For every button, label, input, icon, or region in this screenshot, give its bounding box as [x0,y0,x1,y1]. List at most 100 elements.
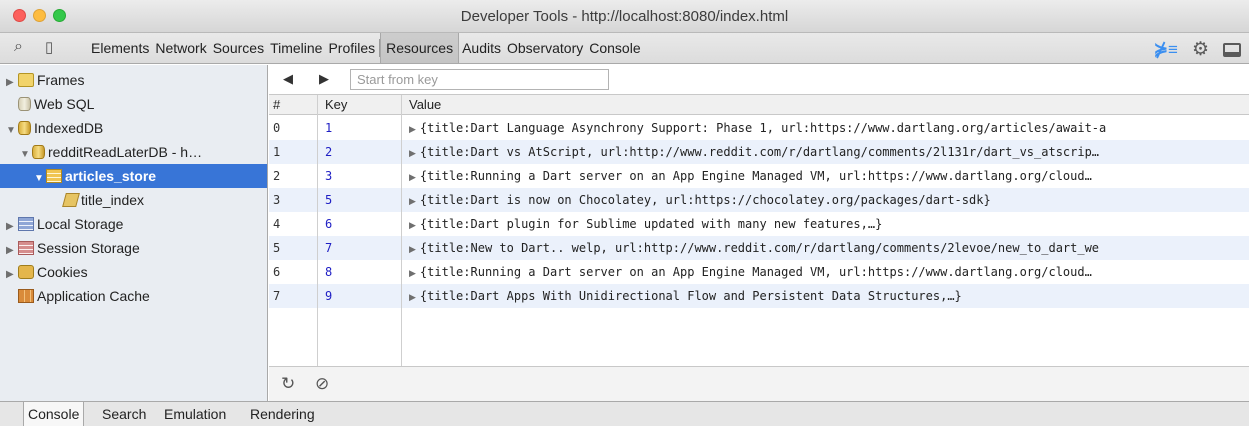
sidebar-item-application-cache[interactable]: Application Cache [18,284,150,308]
row-key: 8 [325,265,333,279]
tab-resources[interactable]: Resources [380,33,460,63]
next-page-button[interactable]: ▶ [319,71,329,87]
row-value[interactable]: ▶ {title:Dart plugin for Sublime updated … [409,212,1245,238]
column-divider[interactable] [317,95,318,367]
column-header-value[interactable]: Value [409,95,441,115]
device-mode-icon[interactable]: ▯ [45,38,53,56]
drawer-tab-emulation[interactable]: Emulation [164,406,226,422]
sidebar-item-web-sql[interactable]: Web SQL [18,92,94,116]
table-row[interactable]: 5 7 ▶ {title:New to Dart.. welp, url:http… [269,236,1249,260]
row-key: 1 [325,121,333,135]
table-icon [18,217,34,231]
table-row[interactable]: 1 2 ▶ {title:Dart vs AtScript, url:http:/… [269,140,1249,164]
table-row[interactable]: 2 3 ▶ {title:Running a Dart server on an … [269,164,1249,188]
row-key: 2 [325,145,333,159]
row-key: 5 [325,193,333,207]
sidebar-item-title-index[interactable]: title_index [62,188,144,212]
table-row[interactable]: 7 9 ▶ {title:Dart Apps With Unidirectiona… [269,284,1249,308]
row-key: 7 [325,241,333,255]
row-index: 0 [273,121,281,135]
collapse-arrow-icon[interactable]: ▼ [6,119,18,143]
data-grid: # Key Value 0 1 ▶ {title:Dart Language As… [269,94,1249,367]
row-index: 6 [273,265,281,279]
database-icon [18,97,31,111]
expand-arrow-icon[interactable]: ▶ [6,263,18,287]
panel-tabs: Elements Network Sources Timeline Profil… [88,33,644,63]
expand-arrow-icon[interactable]: ▶ [409,221,416,231]
tab-console[interactable]: Console [586,33,643,63]
drawer-tab-bar: Console Search Emulation Rendering [0,401,1249,426]
app-cache-icon [18,289,34,303]
expand-arrow-icon[interactable]: ▶ [409,269,416,279]
tab-sources[interactable]: Sources [210,33,267,63]
database-icon [32,145,45,159]
expand-arrow-icon[interactable]: ▶ [409,125,416,135]
row-key: 9 [325,289,333,303]
table-row[interactable]: 0 1 ▶ {title:Dart Language Asynchrony Sup… [269,116,1249,140]
drawer-toggle-icon[interactable]: ⋡≡ [1154,40,1178,60]
window-title: Developer Tools - http://localhost:8080/… [460,8,789,25]
tab-network[interactable]: Network [152,33,209,63]
row-value[interactable]: ▶ {title:New to Dart.. welp, url:http://w… [409,236,1245,262]
column-divider[interactable] [401,95,402,367]
search-icon[interactable]: ⌕ [14,38,23,56]
table-row[interactable]: 4 6 ▶ {title:Dart plugin for Sublime upda… [269,212,1249,236]
expand-arrow-icon[interactable]: ▶ [6,71,18,95]
sidebar-item-indexeddb[interactable]: ▼ IndexedDB [6,116,103,140]
drawer-tab-rendering[interactable]: Rendering [250,406,315,422]
row-index: 5 [273,241,281,255]
table-icon [18,241,34,255]
expand-arrow-icon[interactable]: ▶ [409,245,416,255]
expand-arrow-icon[interactable]: ▶ [409,149,416,159]
database-icon [18,121,31,135]
sidebar-item-frames[interactable]: ▶ Frames [6,68,84,92]
row-value[interactable]: ▶ {title:Running a Dart server on an App … [409,164,1245,190]
row-key: 3 [325,169,333,183]
sidebar-item-session-storage[interactable]: ▶ Session Storage [6,236,140,260]
start-from-key-input[interactable] [350,69,609,90]
clear-icon[interactable]: ⊘ [315,374,329,394]
sidebar-item-cookies[interactable]: ▶ Cookies [6,260,88,284]
row-value[interactable]: ▶ {title:Dart is now on Chocolatey, url:h… [409,188,1245,214]
column-header-key[interactable]: Key [325,95,347,115]
row-value[interactable]: ▶ {title:Running a Dart server on an App … [409,260,1245,286]
row-index: 2 [273,169,281,183]
index-icon [62,193,80,207]
tab-observatory[interactable]: Observatory [504,33,586,63]
table-row[interactable]: 6 8 ▶ {title:Running a Dart server on an … [269,260,1249,284]
dock-icon[interactable] [1223,42,1241,57]
row-value[interactable]: ▶ {title:Dart vs AtScript, url:http://www… [409,140,1245,166]
previous-page-button[interactable]: ◀ [283,71,293,87]
sidebar-item-local-storage[interactable]: ▶ Local Storage [6,212,123,236]
sidebar-item-articles-store[interactable]: ▼ articles_store [0,164,267,188]
tab-timeline[interactable]: Timeline [267,33,325,63]
sidebar-item-reddit-db[interactable]: ▼ redditReadLaterDB - h… [20,140,202,164]
toolbar-right-icons: ⋡≡ ⚙ [1154,38,1241,61]
folder-icon [18,73,34,87]
data-view-footer: ↻ ⊘ [269,366,1249,401]
collapse-arrow-icon[interactable]: ▼ [34,167,46,191]
drawer-tab-console[interactable]: Console [23,402,85,426]
row-index: 4 [273,217,281,231]
column-header-index[interactable]: # [273,95,280,115]
refresh-icon[interactable]: ↻ [281,374,295,394]
resources-sidebar: ▶ Frames Web SQL ▼ IndexedDB ▼ redditReadLa… [0,65,268,401]
drawer-tab-search[interactable]: Search [102,406,146,422]
title-bar: Developer Tools - http://localhost:8080/… [0,0,1249,33]
row-index: 3 [273,193,281,207]
table-row[interactable]: 3 5 ▶ {title:Dart is now on Chocolatey, u… [269,188,1249,212]
tab-profiles[interactable]: Profiles [325,39,381,57]
expand-arrow-icon[interactable]: ▶ [409,293,416,303]
expand-arrow-icon[interactable]: ▶ [409,173,416,183]
page-nav-bar: ◀ ▶ [269,65,1249,94]
gear-icon[interactable]: ⚙ [1192,38,1209,61]
row-value[interactable]: ▶ {title:Dart Apps With Unidirectional Fl… [409,284,1245,310]
row-value[interactable]: ▶ {title:Dart Language Asynchrony Support… [409,116,1245,142]
expand-arrow-icon[interactable]: ▶ [409,197,416,207]
row-key: 6 [325,217,333,231]
row-index: 7 [273,289,281,303]
tab-audits[interactable]: Audits [459,33,504,63]
row-index: 1 [273,145,281,159]
tab-elements[interactable]: Elements [88,33,152,63]
cookie-icon [18,265,34,279]
